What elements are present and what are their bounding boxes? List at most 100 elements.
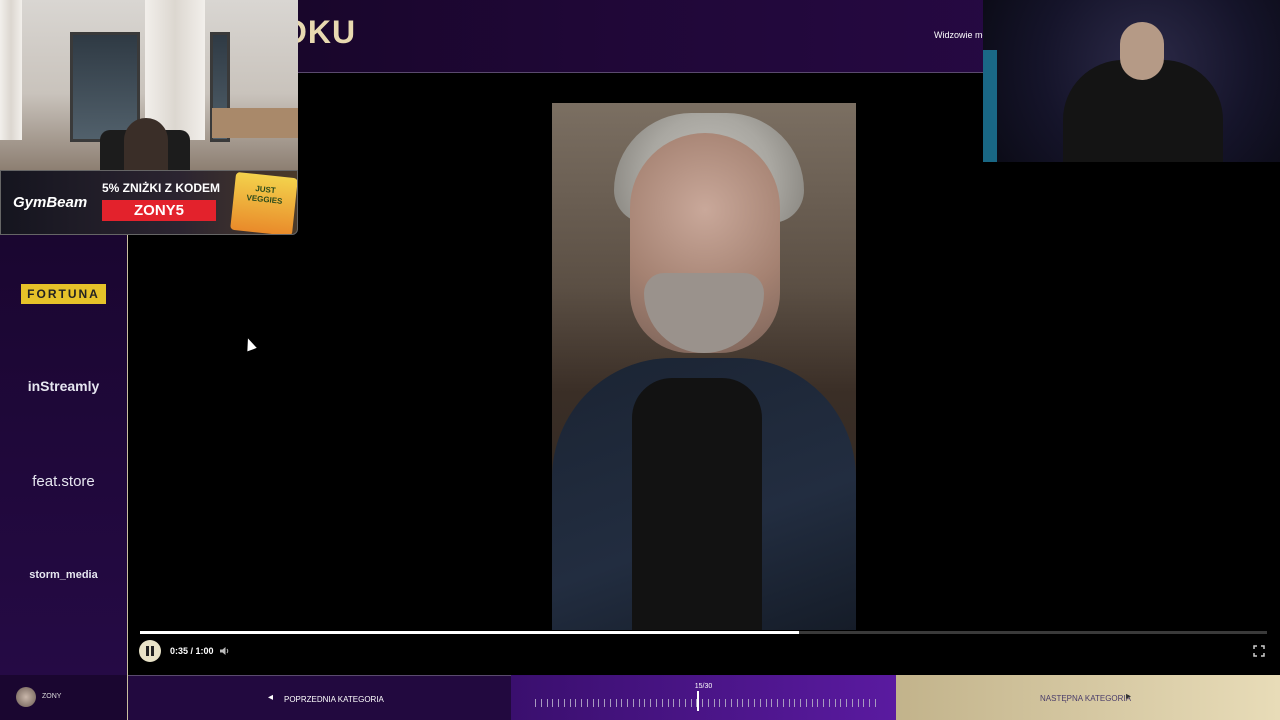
pause-button[interactable]	[139, 640, 161, 662]
category-tick	[627, 699, 629, 707]
streamer-figure	[124, 118, 168, 170]
category-tick	[581, 699, 583, 707]
video-shirt	[632, 378, 762, 630]
category-tick	[667, 699, 669, 707]
ad-promo-code: ZONY5	[102, 200, 216, 221]
category-tick	[805, 699, 807, 707]
category-tick	[609, 699, 611, 707]
category-tick	[863, 699, 865, 707]
webcam-left	[0, 0, 298, 170]
category-tick	[650, 699, 652, 707]
sponsor-fortuna-logo: FORTUNA	[0, 284, 127, 304]
category-tick	[615, 699, 617, 707]
next-category-button[interactable]: NASTĘPNA KATEGORIA ▸	[896, 675, 1280, 720]
category-tick	[725, 699, 727, 707]
category-tick	[736, 699, 738, 707]
next-category-label: NASTĘPNA KATEGORIA	[1040, 694, 1131, 703]
category-counter: 15/30	[694, 683, 713, 690]
category-tick	[730, 699, 732, 707]
category-tick	[869, 699, 871, 707]
table	[212, 108, 298, 138]
arrow-right-icon: ▸	[1126, 691, 1132, 702]
category-tick	[753, 699, 755, 707]
mouse-cursor-icon	[243, 336, 257, 352]
category-tick	[788, 699, 790, 707]
category-tick	[535, 699, 536, 707]
category-tick	[552, 699, 554, 707]
category-tick	[702, 699, 704, 707]
category-tick	[782, 699, 784, 707]
category-tick	[742, 699, 744, 707]
category-tick	[748, 699, 750, 707]
sponsor-ad-banner: GymBeam 5% ZNIŻKI Z KODEM ZONY5 JUST VEG…	[0, 170, 298, 235]
category-tick	[759, 699, 761, 707]
category-tick	[684, 699, 686, 707]
category-tick	[598, 699, 600, 707]
light-glow	[983, 50, 997, 162]
category-tick	[713, 699, 715, 707]
category-tick	[638, 699, 640, 707]
category-tick	[632, 699, 634, 707]
video-frame[interactable]	[552, 103, 856, 630]
arrow-left-icon: ◂	[268, 692, 274, 703]
category-tick	[690, 699, 692, 707]
category-tick	[777, 699, 779, 707]
video-progress-fill	[140, 631, 800, 634]
category-tick	[817, 699, 819, 707]
fullscreen-icon[interactable]	[1253, 645, 1265, 657]
category-tick	[540, 699, 542, 707]
category-tick	[771, 699, 773, 707]
category-tick	[563, 699, 565, 707]
user-area: ZONY	[0, 675, 127, 720]
category-tick	[719, 699, 721, 707]
sponsor-featstore-logo: feat.store	[32, 473, 95, 490]
previous-category-button[interactable]: ◂ POPRZEDNIA KATEGORIA	[128, 675, 511, 720]
sponsor-sidebar: FORTUNA inStreamly feat.store storm_medi…	[0, 235, 127, 675]
category-tick	[823, 699, 825, 707]
category-tick	[569, 699, 571, 707]
avatar	[16, 687, 36, 707]
category-tick	[765, 699, 767, 707]
user-name: ZONY	[42, 693, 62, 700]
volume-icon[interactable]	[219, 645, 231, 657]
category-tick	[673, 699, 675, 707]
category-tick	[621, 699, 623, 707]
guest-head	[1120, 22, 1164, 80]
category-tick	[875, 699, 876, 707]
ad-promo-text: 5% ZNIŻKI Z KODEM	[102, 181, 221, 195]
bottom-bar: ZONY ◂ POPRZEDNIA KATEGORIA 15/30 NASTĘP…	[0, 675, 1280, 720]
category-tick	[794, 699, 796, 707]
category-tick	[846, 699, 848, 707]
category-tick	[800, 699, 802, 707]
category-tick	[656, 699, 658, 707]
ad-product-image: JUST VEGGIES	[230, 171, 297, 234]
ad-brand: GymBeam	[13, 194, 88, 211]
category-tick	[575, 699, 577, 707]
sponsor-storm-logo: storm_media	[29, 569, 98, 581]
webcam-right	[983, 0, 1280, 162]
stream-stage: OKU Widzowie mog FORTUNA inStreamly feat…	[0, 0, 1280, 720]
category-slider[interactable]: 15/30	[511, 675, 896, 720]
category-tick	[857, 699, 859, 707]
category-tick	[558, 699, 560, 707]
category-tick	[644, 699, 646, 707]
category-slider-thumb[interactable]	[697, 691, 699, 711]
previous-category-label: POPRZEDNIA KATEGORIA	[284, 695, 384, 704]
video-time: 0:35 / 1:00	[170, 646, 214, 656]
category-tick	[707, 699, 709, 707]
category-tick	[834, 699, 836, 707]
category-tick	[840, 699, 842, 707]
category-tick	[851, 699, 853, 707]
category-tick	[811, 699, 813, 707]
sponsor-instreamly-logo: inStreamly	[27, 378, 100, 394]
category-tick	[592, 699, 594, 707]
category-tick	[604, 699, 606, 707]
category-tick	[828, 699, 830, 707]
video-progress-bar[interactable]	[140, 631, 1267, 634]
category-tick	[586, 699, 588, 707]
category-tick	[679, 699, 681, 707]
category-tick	[661, 699, 663, 707]
category-tick	[546, 699, 548, 707]
category-ticks	[535, 697, 876, 709]
curtain	[0, 0, 22, 140]
